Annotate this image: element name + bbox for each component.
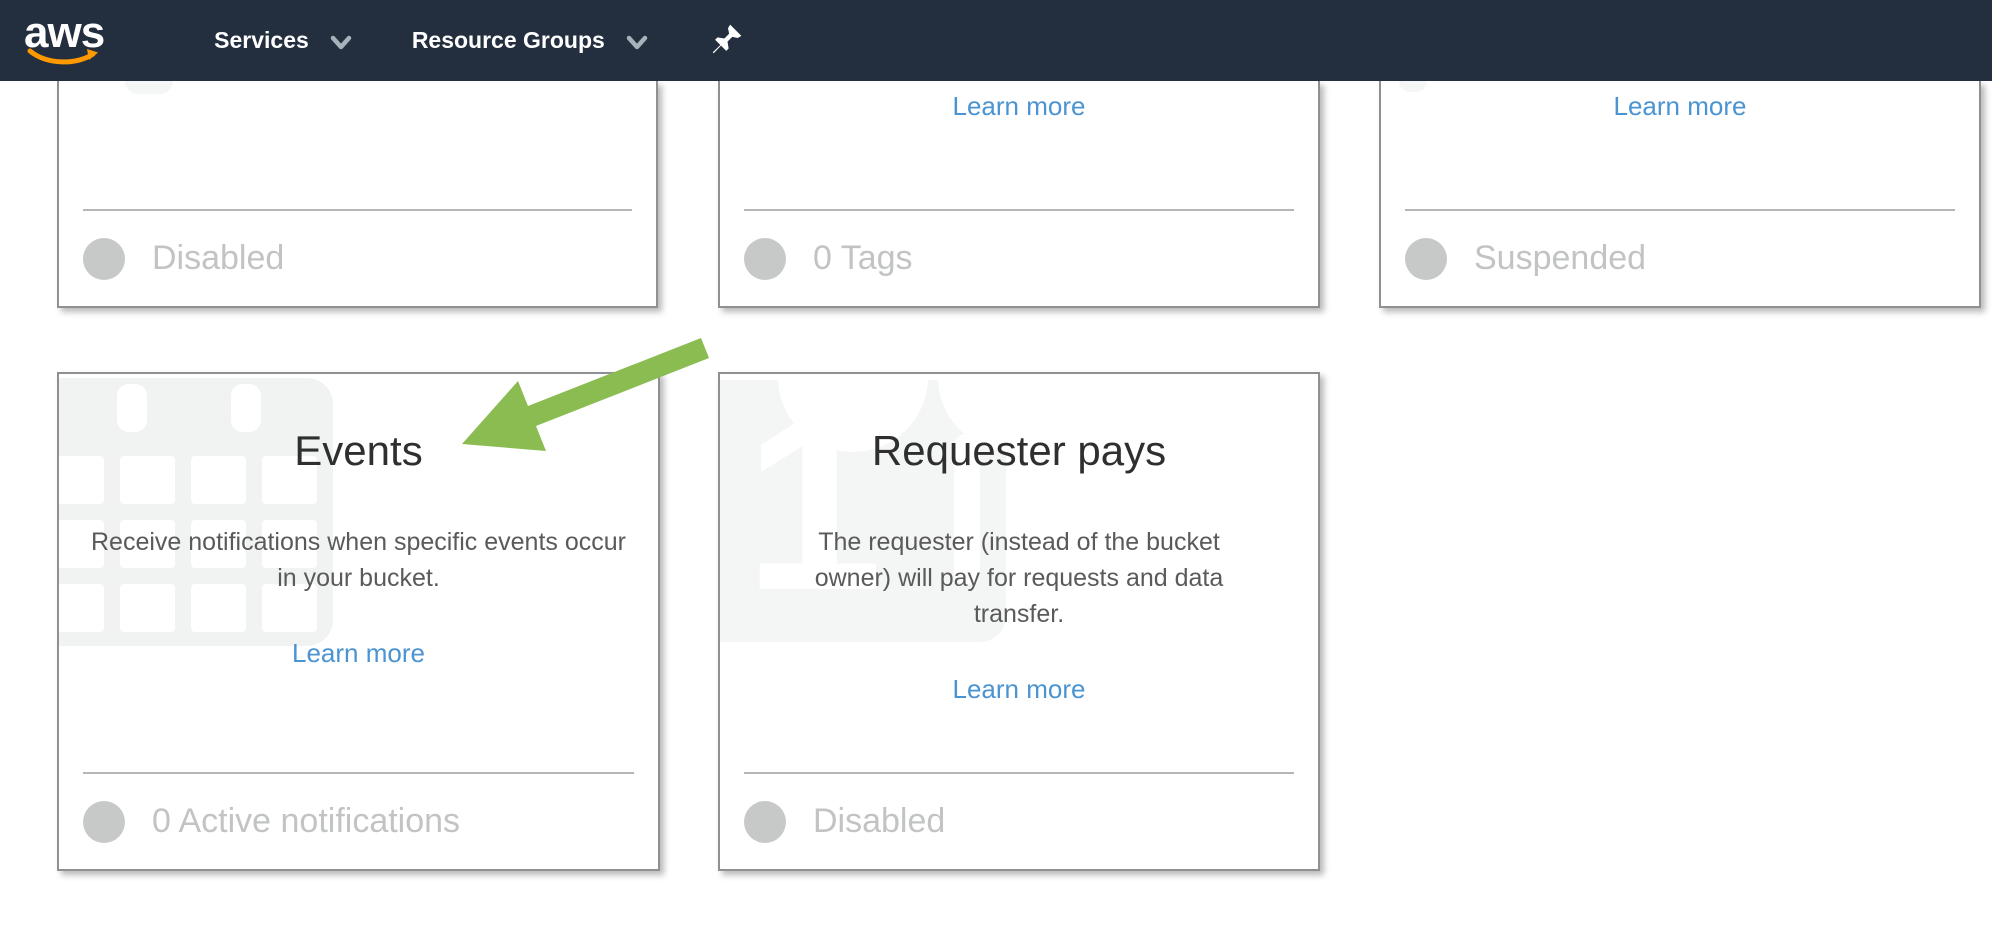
status-text: Disabled bbox=[813, 802, 945, 841]
card-description: The requester (instead of the bucket own… bbox=[779, 524, 1259, 632]
card-requester-pays: 1 Requester pays The requester (instead … bbox=[718, 372, 1320, 871]
nav-resource-groups-label: Resource Groups bbox=[412, 27, 605, 54]
status-text: Suspended bbox=[1474, 239, 1646, 278]
status-row: Disabled bbox=[744, 772, 1294, 869]
aws-logo[interactable]: aws bbox=[24, 13, 104, 67]
nav-services-label: Services bbox=[214, 27, 309, 54]
nav-services-menu[interactable]: Services bbox=[214, 27, 352, 54]
status-dot-icon bbox=[744, 801, 786, 843]
status-row: 0 Active notifications bbox=[83, 772, 634, 869]
status-text: Disabled bbox=[152, 239, 284, 278]
card-events: Events Receive notifications when specif… bbox=[57, 372, 660, 871]
status-text: 0 Active notifications bbox=[152, 802, 460, 841]
status-dot-icon bbox=[83, 238, 125, 280]
status-text: 0 Tags bbox=[813, 239, 913, 278]
background-icon-fragment bbox=[125, 81, 173, 94]
top-card-2: Learn more 0 Tags bbox=[718, 81, 1320, 308]
top-card-3: Learn more Suspended bbox=[1379, 81, 1981, 308]
learn-more-link[interactable]: Learn more bbox=[1614, 91, 1747, 122]
learn-more-link[interactable]: Learn more bbox=[953, 674, 1086, 705]
pushpin-icon[interactable] bbox=[712, 24, 742, 59]
aws-smile-icon bbox=[27, 48, 101, 68]
card-description: Receive notifications when specific even… bbox=[86, 524, 631, 596]
status-row: 0 Tags bbox=[744, 209, 1294, 306]
s3-properties-screen: aws Services Resource Groups bbox=[0, 0, 1992, 952]
status-dot-icon bbox=[744, 238, 786, 280]
status-row: Suspended bbox=[1405, 209, 1955, 306]
learn-more-link[interactable]: Learn more bbox=[953, 91, 1086, 122]
chevron-down-icon bbox=[330, 35, 352, 50]
chevron-down-icon bbox=[626, 35, 648, 50]
learn-more-link[interactable]: Learn more bbox=[292, 638, 425, 669]
top-card-1: Disabled bbox=[57, 81, 658, 308]
nav-resource-groups-menu[interactable]: Resource Groups bbox=[412, 27, 648, 54]
top-nav: aws Services Resource Groups bbox=[0, 0, 1992, 81]
status-row: Disabled bbox=[83, 209, 632, 306]
card-title: Requester pays bbox=[720, 374, 1318, 476]
status-dot-icon bbox=[1405, 238, 1447, 280]
status-dot-icon bbox=[83, 801, 125, 843]
card-title: Events bbox=[59, 374, 658, 476]
